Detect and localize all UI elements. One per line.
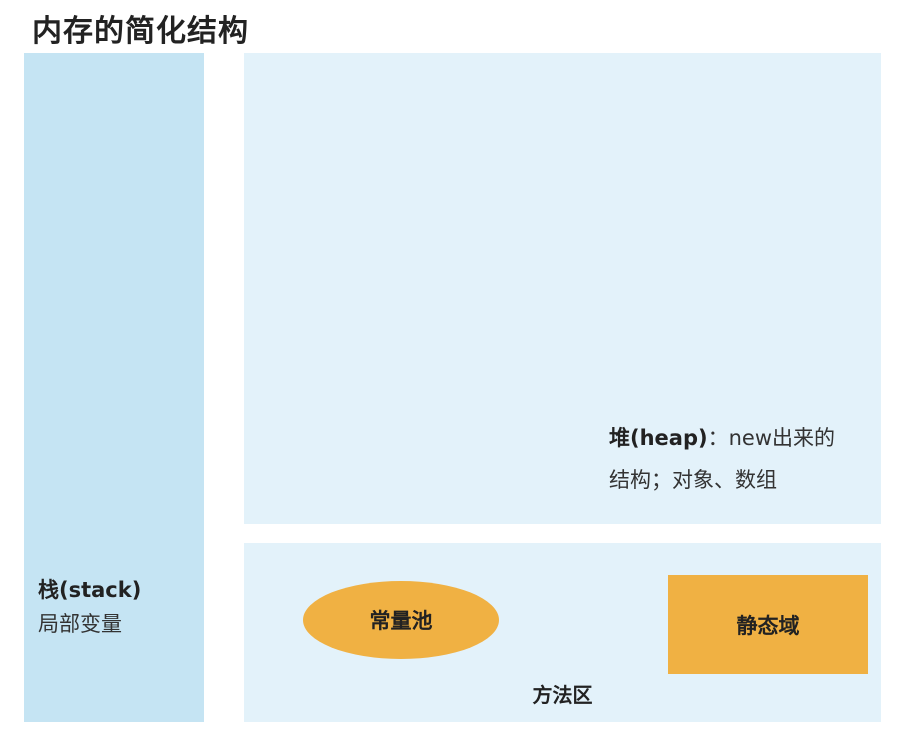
memory-diagram: 内存的简化结构 栈(stack) 局部变量 堆(heap)：new出来的 结构；… (0, 0, 899, 734)
static-field-box: 静态域 (668, 575, 868, 674)
stack-label: 栈(stack) (38, 578, 142, 602)
method-area-region: 常量池 静态域 方法区 (244, 543, 881, 722)
stack-text: 栈(stack) 局部变量 (38, 575, 178, 643)
static-field-label: 静态域 (736, 613, 800, 638)
heap-description-line1: new出来的 (728, 426, 835, 450)
stack-description: 局部变量 (38, 612, 122, 636)
diagram-title: 内存的简化结构 (32, 14, 249, 49)
heap-description-line2: 结构；对象、数组 (609, 468, 777, 492)
heap-text: 堆(heap)：new出来的 结构；对象、数组 (609, 417, 879, 501)
constant-pool-label: 常量池 (369, 609, 433, 633)
heap-label: 堆(heap) (609, 426, 708, 450)
heap-separator: ： (707, 426, 729, 450)
heap-region: 堆(heap)：new出来的 结构；对象、数组 (244, 53, 881, 524)
method-area-label: 方法区 (532, 683, 593, 707)
constant-pool-ellipse: 常量池 (303, 581, 499, 659)
